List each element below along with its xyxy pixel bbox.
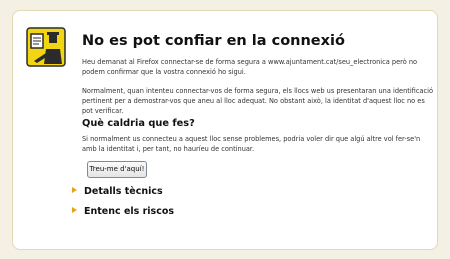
technical-details-expander[interactable]: Detalls tècnics bbox=[72, 186, 163, 197]
error-normal-text: Normalment, quan intenteu connectar-vos … bbox=[82, 87, 433, 115]
what-should-i-do-heading: Què caldria que fes? bbox=[82, 118, 195, 129]
expand-arrow-icon bbox=[72, 187, 77, 193]
error-intro-text: Heu demanat al Firefox connectar-se de f… bbox=[82, 58, 418, 76]
error-title: No es pot confiar en la connexió bbox=[82, 33, 345, 49]
security-warning-officer-icon bbox=[26, 27, 66, 67]
understand-risks-expander[interactable]: Entenc els riscos bbox=[72, 206, 174, 217]
expand-arrow-icon bbox=[72, 207, 77, 213]
get-me-out-button[interactable]: Treu-me d'aquí! bbox=[87, 161, 147, 178]
understand-risks-label: Entenc els riscos bbox=[84, 206, 175, 217]
technical-details-label: Detalls tècnics bbox=[84, 186, 163, 197]
what-should-i-do-text: Si normalment us connecteu a aquest lloc… bbox=[82, 135, 421, 153]
